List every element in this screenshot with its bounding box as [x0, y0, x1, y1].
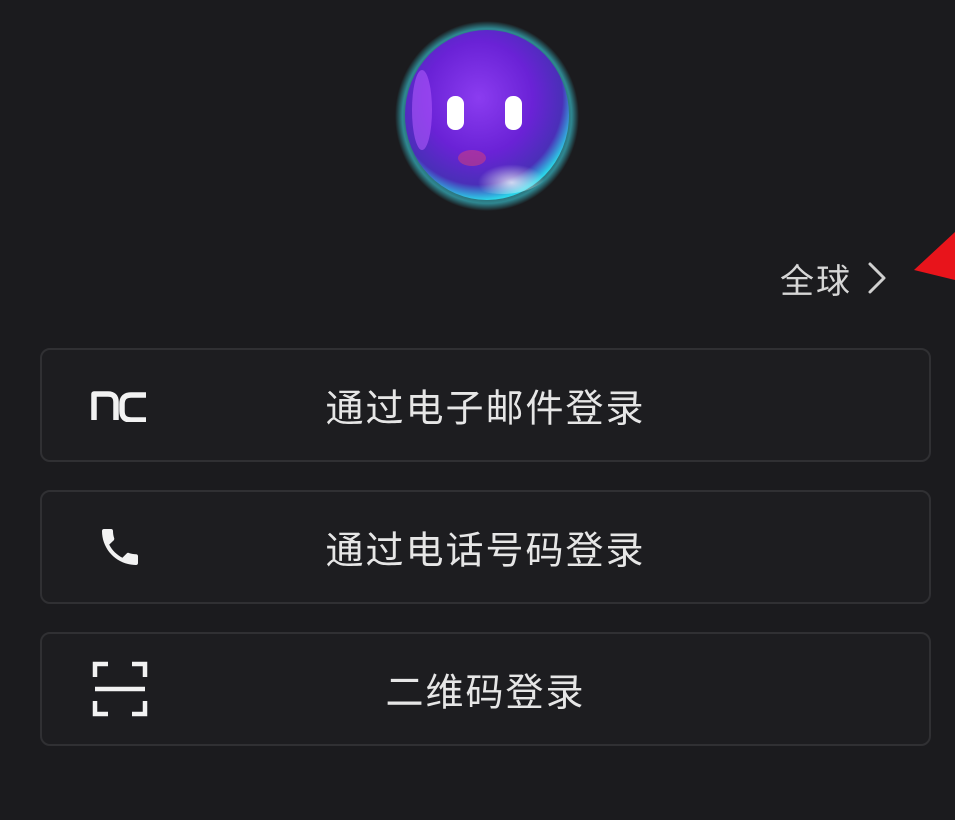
email-login-label: 通过电子邮件登录 [325, 386, 646, 431]
arrow-annotation-icon [914, 232, 955, 280]
red-pointer-arrow [912, 232, 955, 280]
chevron-right-icon [868, 262, 886, 294]
qr-login-label: 二维码登录 [385, 670, 586, 715]
bubble-mascot-icon [395, 21, 579, 211]
region-selector[interactable]: 全球 [780, 255, 888, 302]
phone-login-label: 通过电话号码登录 [325, 528, 646, 573]
mascot-logo [392, 18, 582, 213]
email-login-button[interactable]: 通过电子邮件登录 [40, 348, 931, 462]
qr-login-button[interactable]: 二维码登录 [40, 632, 931, 746]
region-label: 全球 [780, 261, 852, 302]
phone-login-button[interactable]: 通过电话号码登录 [40, 490, 931, 604]
